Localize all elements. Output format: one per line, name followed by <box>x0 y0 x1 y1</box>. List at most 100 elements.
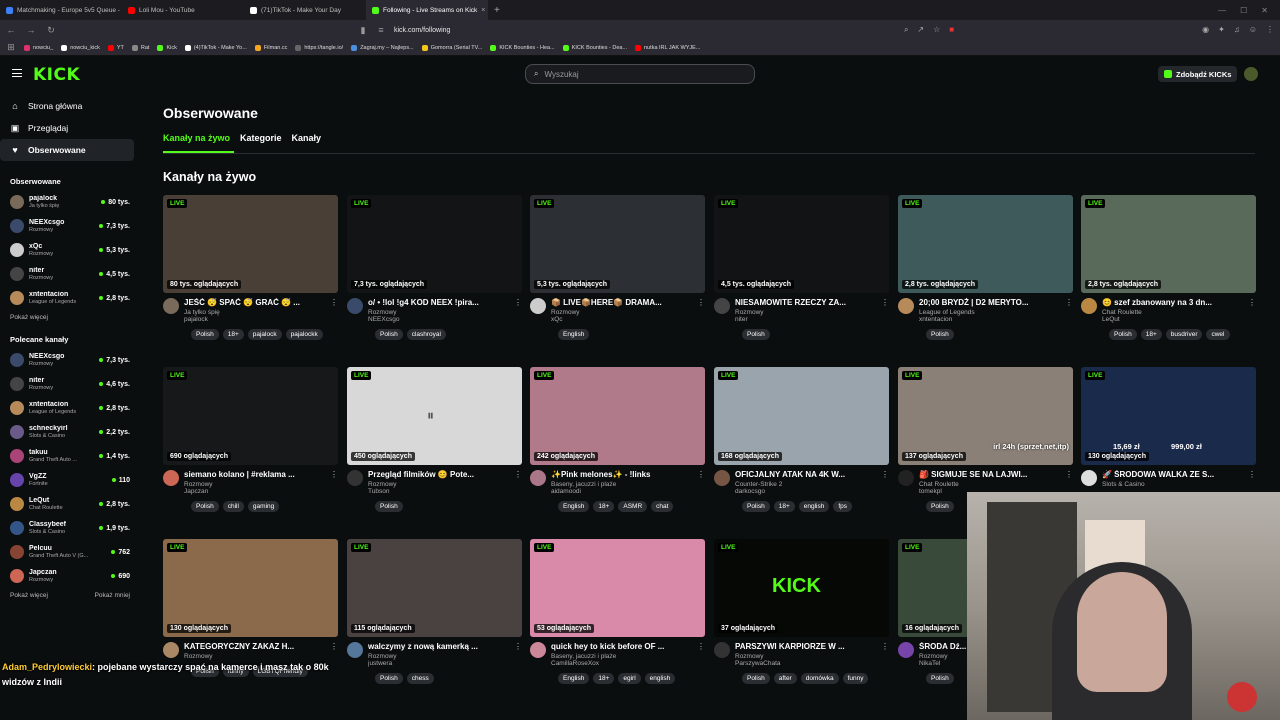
stream-channel-name[interactable]: xQc <box>551 316 692 323</box>
tab-channels[interactable]: Kanały <box>292 133 322 143</box>
puzzle-icon[interactable]: ✦ <box>1218 25 1225 35</box>
channel-avatar[interactable] <box>714 298 730 314</box>
stream-title[interactable]: ✨Pink melones✨ - !links <box>551 470 692 479</box>
stream-tag[interactable]: busdriver <box>1165 329 1203 340</box>
stream-title[interactable]: OFICJALNY ATAK NA 4K W... <box>735 470 876 479</box>
maximize-icon[interactable]: ☐ <box>1240 6 1247 15</box>
stream-card[interactable]: LIVE 130 oglądających KATEGORYCZNY ZAKAZ H… <box>163 539 338 677</box>
stream-channel-name[interactable]: Japczan <box>184 488 325 495</box>
stream-title[interactable]: o/ • !lol !g4 KOD NEEX !pira... <box>368 298 509 307</box>
stream-tag[interactable]: domówka <box>800 673 839 684</box>
stream-channel-name[interactable]: LeQut <box>1102 316 1243 323</box>
stream-channel-name[interactable]: NEEXcsgo <box>368 316 509 323</box>
stream-tag[interactable]: english <box>798 501 830 512</box>
stream-channel-name[interactable]: niter <box>735 316 876 323</box>
stream-tag[interactable]: Polish <box>926 673 954 684</box>
stream-tag[interactable]: english <box>644 673 676 684</box>
stream-card[interactable]: LIVE 690 oglądających siemano kolano | #re… <box>163 367 338 512</box>
stream-category[interactable]: Ja tylko śpię <box>184 309 325 316</box>
more-options-icon[interactable]: ⋮ <box>330 298 338 323</box>
stream-category[interactable]: Counter-Strike 2 <box>735 481 876 488</box>
stream-tag[interactable]: English <box>558 501 590 512</box>
stream-tag[interactable]: 18+ <box>222 329 244 340</box>
star-icon[interactable]: ☆ <box>933 25 940 35</box>
stream-thumbnail[interactable]: LIVE 2,8 tys. oglądających <box>898 195 1073 293</box>
stream-tag[interactable]: gaming <box>247 501 280 512</box>
tab-categories[interactable]: Kategorie <box>240 133 282 143</box>
stream-tag[interactable]: English <box>558 329 590 340</box>
stream-title[interactable]: Przegląd filmików 😊 Pote... <box>368 470 509 479</box>
sidebar-channel-neexcsgo[interactable]: NEEXcsgo Rozmowy 7,3 tys. <box>0 214 140 238</box>
stream-thumbnail[interactable]: LIVE 53 oglądających <box>530 539 705 637</box>
more-options-icon[interactable]: ⋮ <box>514 642 522 667</box>
more-options-icon[interactable]: ⋮ <box>697 298 705 323</box>
channel-avatar[interactable] <box>898 642 914 658</box>
stream-title[interactable]: 🚀 ŚRODOWA WALKA ZE S... <box>1102 470 1243 479</box>
channel-avatar[interactable] <box>898 470 914 486</box>
stream-category[interactable]: Rozmowy <box>184 653 325 660</box>
stream-tag[interactable]: 18+ <box>593 501 615 512</box>
stream-card[interactable]: LIVE 168 oglądających OFICJALNY ATAK NA 4K… <box>714 367 889 512</box>
hamburger-menu-icon[interactable] <box>12 69 22 77</box>
stream-tag[interactable]: Polish <box>375 329 403 340</box>
channel-avatar[interactable] <box>530 642 546 658</box>
more-options-icon[interactable]: ⋮ <box>1065 298 1073 323</box>
more-options-icon[interactable]: ⋮ <box>881 298 889 323</box>
stream-tag[interactable]: after <box>773 673 797 684</box>
stream-card[interactable]: LIVE 37 oglądających KICK PARSZYWI KARPIORZ… <box>714 539 889 684</box>
bookmark-item[interactable]: KICK Bounties - Hea... <box>490 44 555 51</box>
sidebar-channel-pelcuu[interactable]: Pelcuu Grand Theft Auto V (G... 762 <box>0 540 140 564</box>
stream-title[interactable]: JEŚĆ 😴 SPAĆ 😴 GRAĆ 😴 ... <box>184 298 325 307</box>
stream-tag[interactable]: Polish <box>742 329 770 340</box>
stream-card[interactable]: LIVE 7,3 tys. oglądających o/ • !lol !g4 K… <box>347 195 522 340</box>
channel-avatar[interactable] <box>163 470 179 486</box>
stream-thumbnail[interactable]: LIVE 130 oglądających 15,69 zł 999,00 zł <box>1081 367 1256 465</box>
stream-category[interactable]: Rozmowy <box>368 653 509 660</box>
more-options-icon[interactable]: ⋮ <box>1248 470 1256 488</box>
stream-thumbnail[interactable]: LIVE 4,5 tys. oglądających <box>714 195 889 293</box>
stream-thumbnail[interactable]: LIVE 5,3 tys. oglądających <box>530 195 705 293</box>
pause-icon[interactable]: ⏸ <box>427 407 434 424</box>
channel-avatar[interactable] <box>714 470 730 486</box>
menu-icon[interactable]: ⋮ <box>1266 25 1274 35</box>
more-options-icon[interactable]: ⋮ <box>697 470 705 495</box>
sidebar-channel-classybeef[interactable]: Classybeef Slots & Casino 1,9 tys. <box>0 516 140 540</box>
search-input[interactable]: ⌕ Wyszukaj <box>525 64 755 84</box>
stream-thumbnail[interactable]: LIVE 450 oglądających ⏸ <box>347 367 522 465</box>
eye-icon[interactable]: ◉ <box>1202 25 1209 35</box>
stream-tag[interactable]: Polish <box>926 501 954 512</box>
stream-card[interactable]: LIVE 2,8 tys. oglądających 😊 szef zbanowan… <box>1081 195 1256 340</box>
stream-channel-name[interactable]: xntentacion <box>919 316 1060 323</box>
close-window-icon[interactable]: ✕ <box>1261 6 1268 15</box>
bookmark-item[interactable]: KICK Bounties - Dea... <box>562 44 627 51</box>
stream-tag[interactable]: Polish <box>742 673 770 684</box>
channel-avatar[interactable] <box>530 470 546 486</box>
sidebar-channel-niter[interactable]: niter Rozmowy 4,5 tys. <box>0 262 140 286</box>
stream-thumbnail[interactable]: LIVE 690 oglądających <box>163 367 338 465</box>
channel-avatar[interactable] <box>1081 470 1097 486</box>
share-icon[interactable]: ↗ <box>917 25 924 35</box>
stream-category[interactable]: Rozmowy <box>735 653 876 660</box>
bookmark-item[interactable]: Filman.cc <box>254 44 287 51</box>
stream-card[interactable]: LIVE 450 oglądających ⏸ Przegląd filmików 😊… <box>347 367 522 512</box>
stream-card[interactable]: LIVE 80 tys. oglądających JEŚĆ 😴 SPAĆ 😴 GR… <box>163 195 338 340</box>
music-icon[interactable]: ♫ <box>1234 25 1240 35</box>
stream-category[interactable]: Baseny, jacuzzi i plaże <box>551 653 692 660</box>
sidebar-channel-lequt[interactable]: LeQut Chat Roulette 2,8 tys. <box>0 492 140 516</box>
stream-tag[interactable]: ASMR <box>618 501 648 512</box>
stream-title[interactable]: siemano kolano | #reklama ... <box>184 470 325 479</box>
stream-title[interactable]: PARSZYWI KARPIORZE W ... <box>735 642 876 651</box>
url-field[interactable]: ▮ ≡ kick.com/following <box>352 22 912 38</box>
bookmark-item[interactable]: Kick <box>157 44 177 51</box>
stream-card[interactable]: LIVE 137 oglądających irl 24h (sprzet,net,… <box>898 367 1073 512</box>
stream-title[interactable]: 🎒 SIGMUJE SE NA LAJWI... <box>919 470 1060 479</box>
more-options-icon[interactable]: ⋮ <box>330 470 338 495</box>
stream-title[interactable]: NIESAMOWITE RZECZY ZA... <box>735 298 876 307</box>
show-more-link[interactable]: Pokaż więcej <box>10 314 48 321</box>
browser-tab[interactable]: (71)TikTok - Make Your Day <box>244 0 366 20</box>
stream-tag[interactable]: 18+ <box>773 501 795 512</box>
sidebar-channel-schneckyirl[interactable]: schneckyirl Slots & Casino 2,2 tys. <box>0 420 140 444</box>
channel-avatar[interactable] <box>347 470 363 486</box>
stream-category[interactable]: Baseny, jacuzzi i plaże <box>551 481 692 488</box>
channel-avatar[interactable] <box>163 298 179 314</box>
